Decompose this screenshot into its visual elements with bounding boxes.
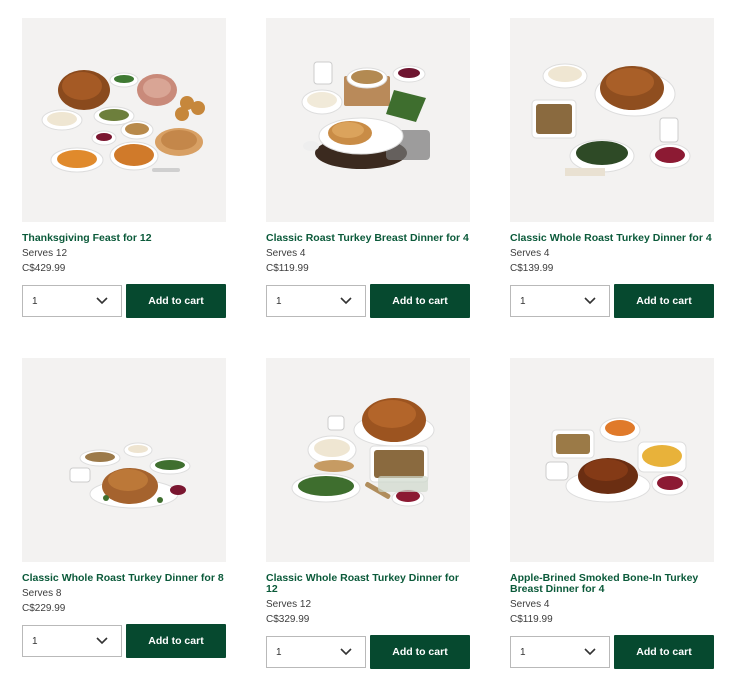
turkey-breast-dinner-illustration	[301, 61, 430, 169]
product-serves: Serves 8	[22, 588, 62, 599]
quantity-value: 1	[32, 635, 38, 647]
product-card: Classic Whole Roast Turkey Dinner for 4 …	[510, 18, 714, 318]
whole-turkey-dinner-illustration	[69, 442, 191, 509]
product-title[interactable]: Classic Whole Roast Turkey Dinner for 8	[22, 573, 226, 584]
feast-food-illustration	[41, 70, 205, 173]
product-image[interactable]	[266, 358, 470, 562]
product-title[interactable]: Thanksgiving Feast for 12	[22, 233, 226, 244]
add-to-cart-button[interactable]: Add to cart	[370, 635, 470, 669]
product-actions: 1 Add to cart	[22, 284, 226, 318]
product-actions: 1 Add to cart	[22, 624, 226, 658]
add-to-cart-button[interactable]: Add to cart	[614, 635, 714, 669]
product-actions: 1 Add to cart	[510, 635, 714, 669]
quantity-select[interactable]: 1	[22, 625, 122, 657]
quantity-value: 1	[520, 295, 526, 307]
product-card: Classic Whole Roast Turkey Dinner for 12…	[266, 358, 470, 669]
product-card: Classic Whole Roast Turkey Dinner for 8 …	[22, 358, 226, 669]
product-image[interactable]	[510, 18, 714, 222]
quantity-value: 1	[520, 646, 526, 658]
product-actions: 1 Add to cart	[266, 284, 470, 318]
quantity-select[interactable]: 1	[22, 285, 122, 317]
product-title[interactable]: Classic Whole Roast Turkey Dinner for 4	[510, 233, 714, 244]
chevron-down-icon	[96, 297, 108, 305]
add-to-cart-button[interactable]: Add to cart	[370, 284, 470, 318]
chevron-down-icon	[584, 297, 596, 305]
product-price: C$119.99	[266, 263, 309, 274]
product-price: C$229.99	[22, 603, 66, 614]
quantity-select[interactable]: 1	[266, 636, 366, 668]
product-grid: Thanksgiving Feast for 12 Serves 12 C$42…	[22, 18, 714, 669]
quantity-select[interactable]: 1	[266, 285, 366, 317]
product-price: C$329.99	[266, 614, 310, 625]
chevron-down-icon	[340, 297, 352, 305]
product-serves: Serves 12	[266, 599, 312, 610]
chevron-down-icon	[340, 648, 352, 656]
product-serves: Serves 4	[510, 599, 550, 610]
chevron-down-icon	[584, 648, 596, 656]
whole-turkey-dinner-illustration	[291, 398, 435, 507]
product-price: C$429.99	[22, 263, 66, 274]
product-card: Thanksgiving Feast for 12 Serves 12 C$42…	[22, 18, 226, 318]
product-image[interactable]	[22, 18, 226, 222]
product-card: Classic Roast Turkey Breast Dinner for 4…	[266, 18, 470, 318]
product-image[interactable]	[22, 358, 226, 562]
add-to-cart-button[interactable]: Add to cart	[614, 284, 714, 318]
add-to-cart-button[interactable]: Add to cart	[126, 624, 226, 658]
quantity-value: 1	[276, 295, 282, 307]
product-serves: Serves 4	[510, 248, 550, 259]
product-price: C$119.99	[510, 614, 553, 625]
quantity-select[interactable]: 1	[510, 636, 610, 668]
product-title[interactable]: Classic Whole Roast Turkey Dinner for 12	[266, 573, 470, 595]
product-image[interactable]	[266, 18, 470, 222]
chevron-down-icon	[96, 637, 108, 645]
product-serves: Serves 12	[22, 248, 68, 259]
quantity-value: 1	[276, 646, 282, 658]
whole-turkey-dinner-illustration	[531, 63, 691, 176]
product-actions: 1 Add to cart	[266, 635, 470, 669]
quantity-value: 1	[32, 295, 38, 307]
product-title[interactable]: Classic Roast Turkey Breast Dinner for 4	[266, 233, 470, 244]
product-serves: Serves 4	[266, 248, 306, 259]
product-actions: 1 Add to cart	[510, 284, 714, 318]
smoked-turkey-breast-illustration	[545, 417, 689, 503]
add-to-cart-button[interactable]: Add to cart	[126, 284, 226, 318]
product-card: Apple-Brined Smoked Bone-In Turkey Breas…	[510, 358, 714, 669]
quantity-select[interactable]: 1	[510, 285, 610, 317]
product-price: C$139.99	[510, 263, 554, 274]
product-image[interactable]	[510, 358, 714, 562]
product-title[interactable]: Apple-Brined Smoked Bone-In Turkey Breas…	[510, 573, 714, 595]
